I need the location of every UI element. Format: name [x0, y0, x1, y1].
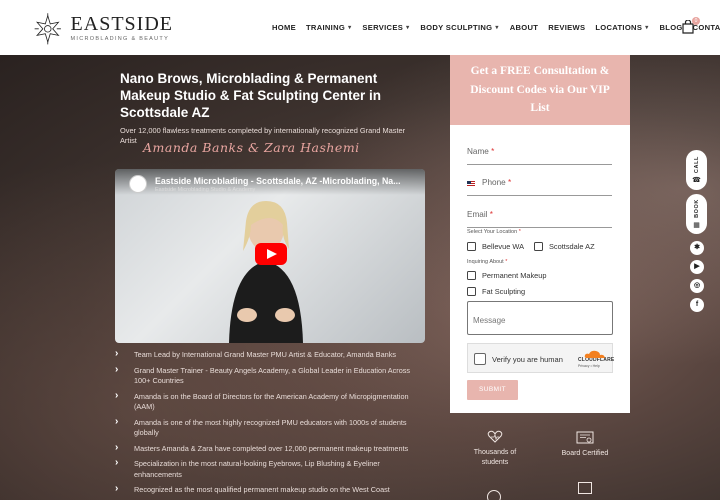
captcha-label: Verify you are human: [492, 355, 563, 364]
chevron-down-icon: ▾: [348, 24, 352, 31]
stat-students: Thousands of students: [460, 430, 530, 467]
stat-board-certified: Board Certified: [550, 431, 620, 459]
list-item: Team Lead by International Grand Master …: [115, 349, 425, 361]
captcha-links[interactable]: Privacy • Help: [578, 364, 612, 368]
location-label: Select Your Location *: [467, 229, 521, 235]
nav-locations[interactable]: LOCATIONS ▾: [595, 23, 648, 32]
nav-blog[interactable]: BLOG: [660, 23, 683, 32]
youtube-video-embed[interactable]: Eastside Microblading - Scottsdale, AZ -…: [115, 169, 425, 343]
nav-body-sculpting[interactable]: BODY SCULPTING ▾: [420, 23, 498, 32]
submit-button[interactable]: SUBMIT: [467, 380, 518, 400]
checkbox-permanent-makeup[interactable]: Permanent Makeup: [467, 271, 547, 280]
credentials-list: Team Lead by International Grand Master …: [115, 349, 425, 500]
lotus-logo-icon: [34, 13, 61, 45]
captcha-checkbox[interactable]: [474, 353, 486, 365]
calendar-icon: ▦: [693, 221, 700, 229]
captcha-widget: Verify you are human CLOUDFLARE Privacy …: [467, 343, 614, 373]
consultation-form: Name * Phone * Email * Select Your Locat…: [450, 125, 630, 413]
name-field[interactable]: Name *: [467, 147, 612, 165]
email-field[interactable]: Email *: [467, 210, 612, 228]
list-item: Amanda is on the Board of Directors for …: [115, 391, 425, 413]
phone-field[interactable]: Phone *: [467, 178, 612, 196]
cart-button[interactable]: 0: [682, 17, 700, 36]
list-item: Recognized as the most qualified permane…: [115, 484, 425, 496]
instagram-icon[interactable]: ◎: [690, 279, 704, 293]
phone-icon: ☎: [692, 177, 701, 185]
list-item: Masters Amanda & Zara have completed ove…: [115, 443, 425, 455]
yelp-icon[interactable]: ✱: [690, 241, 704, 255]
us-flag-icon[interactable]: [467, 181, 475, 186]
certificate-icon: [576, 431, 594, 444]
heart-hands-icon: [487, 430, 503, 443]
site-header: EASTSIDE MICROBLADING & BEAUTY HOME TRAI…: [0, 0, 720, 55]
nav-about[interactable]: ABOUT: [510, 23, 539, 32]
list-item: Specialization in the most natural-looki…: [115, 458, 425, 480]
chevron-down-icon: ▾: [495, 24, 499, 31]
site-logo[interactable]: EASTSIDE MICROBLADING & BEAUTY: [33, 9, 173, 47]
nav-home[interactable]: HOME: [272, 23, 296, 32]
video-title[interactable]: Eastside Microblading - Scottsdale, AZ -…: [155, 176, 417, 186]
main-nav: HOME TRAINING ▾ SERVICES ▾ BODY SCULPTING ▾…: [272, 20, 720, 34]
chevron-down-icon: ▾: [406, 24, 410, 31]
channel-avatar[interactable]: [129, 175, 147, 193]
video-thumbnail-presenter: [229, 201, 303, 343]
nav-reviews[interactable]: REVIEWS: [548, 23, 585, 32]
brand-name: EASTSIDE: [70, 13, 173, 35]
cloudflare-cloud-icon: [584, 350, 605, 358]
tv-icon: [578, 482, 592, 494]
list-item: Amanda is one of the most highly recogni…: [115, 417, 425, 439]
list-item: Grand Master Trainer - Beauty Angels Aca…: [115, 365, 425, 387]
checkbox-scottsdale[interactable]: Scottsdale AZ: [534, 242, 595, 251]
checkbox-bellevue[interactable]: Bellevue WA: [467, 242, 524, 251]
video-channel: Eastside Microblading Studio & Academy: [155, 187, 256, 193]
brand-tagline: MICROBLADING & BEAUTY: [70, 36, 170, 42]
stat-icon: [487, 490, 501, 500]
form-heading: Get a FREE Consultation & Discount Codes…: [450, 55, 630, 125]
checkbox-fat-sculpting[interactable]: Fat Sculpting: [467, 287, 525, 296]
artist-signature: Amanda Banks & Zara Hashemi: [143, 140, 360, 155]
nav-services[interactable]: SERVICES ▾: [362, 23, 409, 32]
hero-headline: Nano Brows, Microblading & Permanent Mak…: [120, 71, 382, 120]
call-button[interactable]: CALL ☎: [686, 150, 707, 190]
facebook-icon[interactable]: f: [690, 298, 704, 312]
youtube-icon[interactable]: ▶: [690, 260, 704, 274]
book-button[interactable]: BOOK ▦: [686, 194, 707, 234]
message-textarea[interactable]: Message: [467, 301, 613, 335]
nav-training[interactable]: TRAINING ▾: [306, 23, 351, 32]
cart-count-badge: 0: [692, 17, 700, 25]
youtube-play-icon[interactable]: [255, 243, 287, 265]
chevron-down-icon: ▾: [645, 24, 649, 31]
inquiring-label: Inquiring About *: [467, 259, 508, 265]
